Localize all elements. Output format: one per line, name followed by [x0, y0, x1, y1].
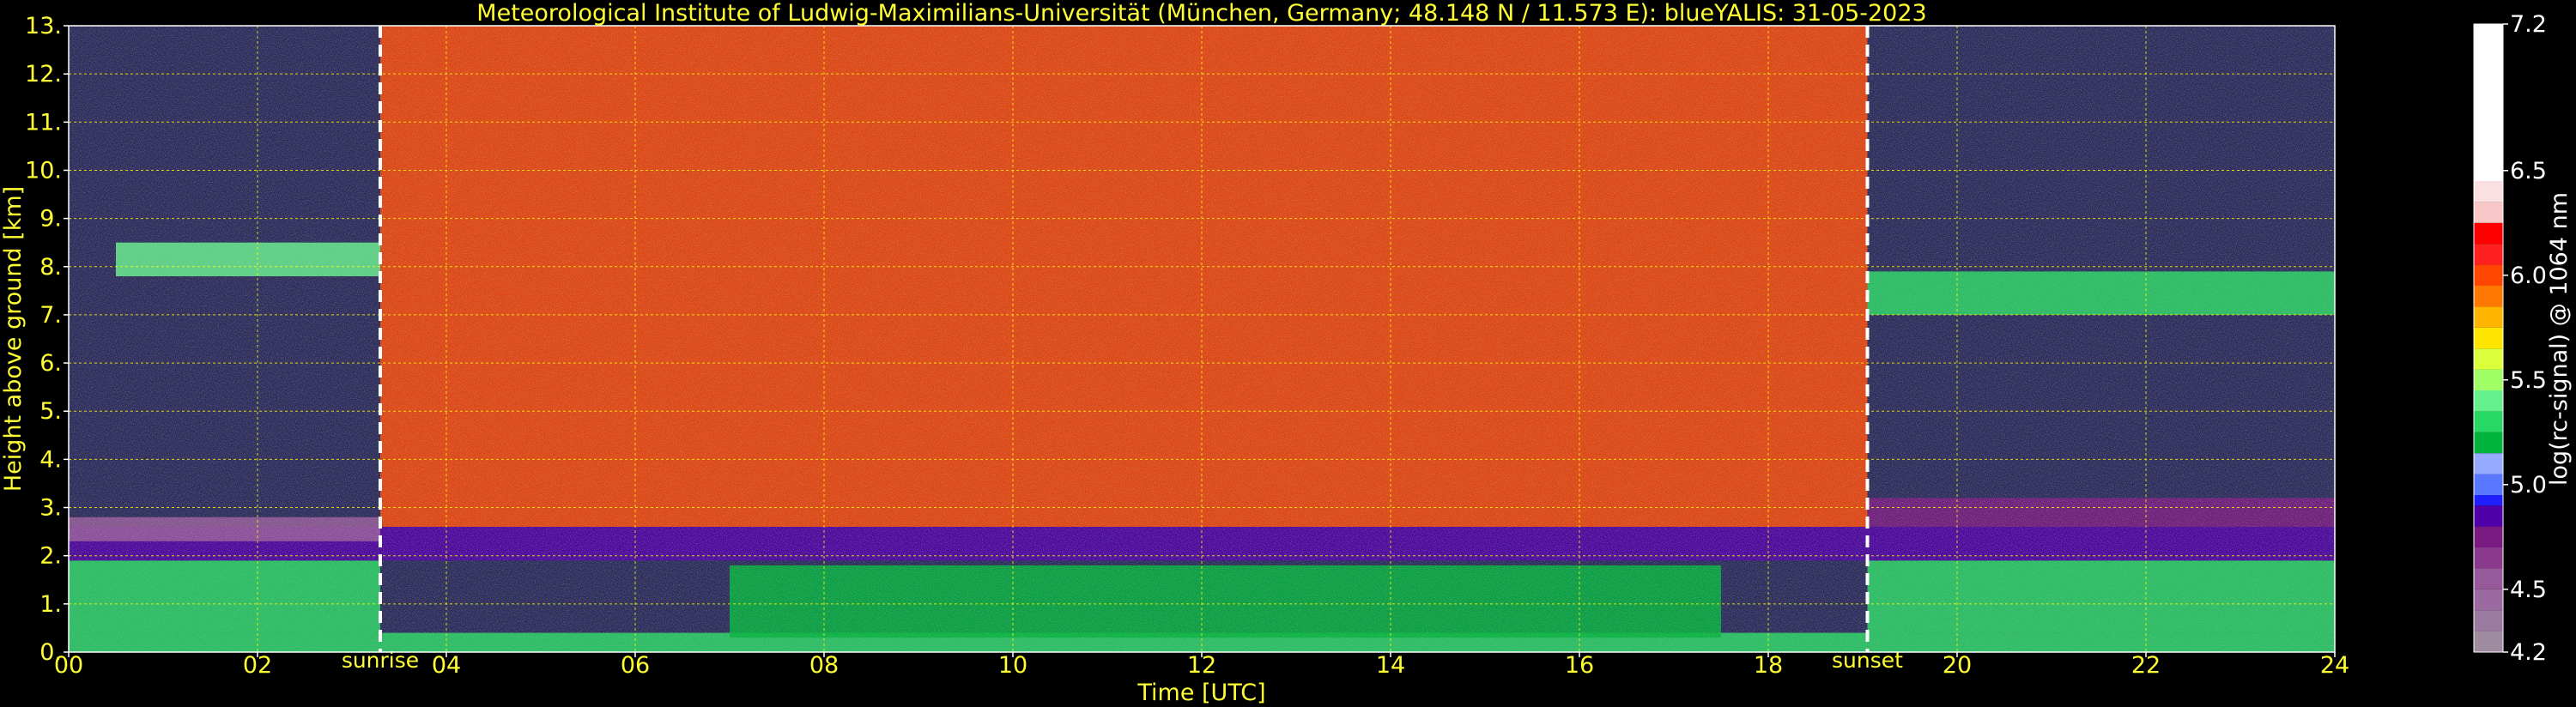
colorbar-tick-label: 6.0 [2510, 263, 2547, 289]
y-tick-label: 1. [39, 591, 62, 618]
colorbar-band [2474, 568, 2503, 589]
colorbar-band [2474, 286, 2503, 307]
colorbar-tick-label: 7.2 [2510, 11, 2547, 38]
y-tick-label: 11. [25, 109, 62, 136]
daytime-speckle [380, 26, 1868, 527]
colorbar-band [2474, 390, 2503, 412]
colorbar-band [2474, 505, 2503, 527]
x-tick-label: 04 [432, 652, 461, 679]
colorbar-tick-label: 4.2 [2510, 639, 2547, 666]
colorbar-band [2474, 348, 2503, 370]
colorbar-band [2474, 327, 2503, 349]
colorbar-tick-label: 5.0 [2510, 472, 2547, 499]
x-tick-label: 06 [621, 652, 650, 679]
x-tick-label: 20 [1943, 652, 1972, 679]
colorbar-band [2474, 411, 2503, 432]
plot-area: sunrise sunset [68, 25, 2336, 673]
colorbar-band [2474, 495, 2503, 506]
colorbar-band [2474, 369, 2503, 390]
colorbar-band [2474, 264, 2503, 286]
x-tick-label: 22 [2131, 652, 2161, 679]
colorbar-band [2474, 474, 2503, 495]
y-tick-label: 9. [39, 206, 62, 233]
colorbar-label: log(rc-signal) @ 1064 nm [2546, 192, 2573, 486]
x-tick-label: 10 [998, 652, 1027, 679]
colorbar-bands [2474, 24, 2503, 652]
y-tick-label: 13. [25, 13, 62, 39]
colorbar-band [2474, 222, 2503, 245]
colorbar-band [2474, 589, 2503, 611]
colorbar-band [2474, 631, 2503, 652]
colorbar-ticks: 4.2 4.5 5.0 5.5 6.0 6.5 7.2 [2503, 11, 2547, 666]
x-tick-label: 14 [1376, 652, 1405, 679]
lidar-figure: sunrise sunset 00 02 04 06 08 10 12 14 16 18 20 22 24… [0, 0, 2573, 706]
colorbar-band [2474, 610, 2503, 631]
chart-title: Meteorological Institute of Ludwig-Maxim… [476, 0, 1926, 27]
colorbar-band [2474, 453, 2503, 474]
x-tick-label: 18 [1754, 652, 1783, 679]
y-tick-label: 6. [39, 350, 62, 377]
y-tick-label: 3. [39, 495, 62, 522]
colorbar-band [2474, 547, 2503, 569]
y-tick-label: 12. [25, 61, 62, 88]
colorbar-band [2474, 526, 2503, 547]
y-tick-label: 2. [39, 543, 62, 570]
x-tick-label: 02 [243, 652, 272, 679]
y-axis-label: Height above ground [km] [0, 186, 27, 492]
y-tick-label: 8. [39, 254, 62, 281]
colorbar-tick-label: 5.5 [2510, 367, 2547, 394]
x-tick-label: 08 [809, 652, 839, 679]
colorbar-band [2474, 432, 2503, 454]
colorbar-tick-label: 6.5 [2510, 158, 2547, 184]
colorbar-band [2474, 181, 2503, 202]
colorbar-band [2474, 202, 2503, 223]
y-axis: 0. 1. 2. 3. 4. 5. 6. 7. 8. 9. 10. 11. 12. 13. [25, 13, 69, 666]
x-tick-label: 16 [1565, 652, 1594, 679]
y-tick-label: 0. [39, 639, 62, 666]
y-tick-label: 10. [25, 157, 62, 184]
colorbar-band [2474, 24, 2503, 181]
y-tick-label: 5. [39, 398, 62, 425]
y-tick-label: 4. [39, 446, 62, 473]
x-tick-label: 24 [2320, 652, 2349, 679]
x-axis-label: Time [UTC] [1136, 680, 1265, 706]
colorbar-band [2474, 306, 2503, 328]
y-tick-label: 7. [39, 302, 62, 329]
colorbar-tick-label: 4.5 [2510, 577, 2547, 603]
colorbar-band [2474, 244, 2503, 265]
colorbar: 4.2 4.5 5.0 5.5 6.0 6.5 7.2 log(rc-signal) @ 1… [2473, 11, 2573, 666]
x-tick-label: 12 [1187, 652, 1216, 679]
